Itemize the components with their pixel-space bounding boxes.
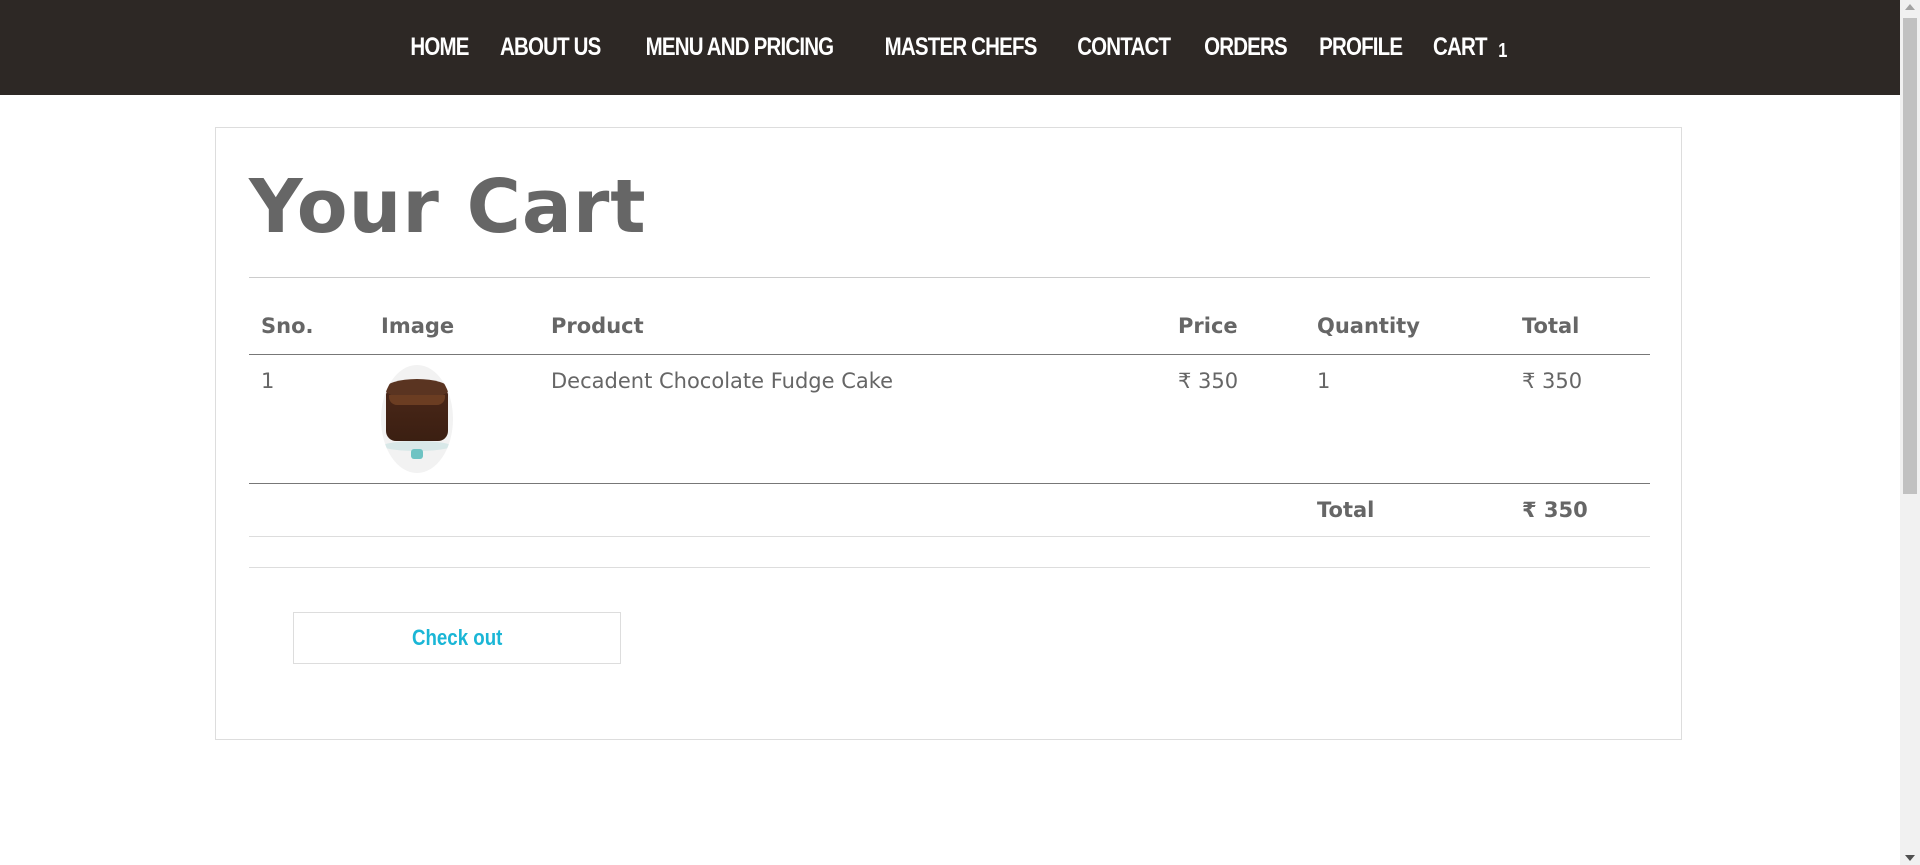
cart-table: Sno. Image Product Price Quantity Total … [249, 300, 1650, 537]
cake-drip-shape [389, 395, 445, 405]
top-navbar: HOME ABOUT US MENU AND PRICING MASTER CH… [0, 0, 1900, 95]
grand-total-value: ₹ 350 [1510, 483, 1650, 537]
bottom-divider [249, 567, 1650, 568]
grand-total-label: Total [1305, 483, 1510, 537]
nav-contact[interactable]: CONTACT [1077, 33, 1171, 62]
cake-stem-shape [411, 449, 423, 459]
header-image: Image [369, 300, 539, 355]
nav-home[interactable]: HOME [410, 33, 469, 62]
row-quantity: 1 [1305, 354, 1510, 484]
total-row-empty [369, 483, 539, 537]
nav-orders[interactable]: ORDERS [1204, 33, 1288, 62]
scroll-up-arrow-icon[interactable] [1905, 4, 1915, 10]
total-row-empty [249, 483, 369, 537]
header-product: Product [539, 300, 1166, 355]
header-price: Price [1166, 300, 1305, 355]
header-total: Total [1510, 300, 1650, 355]
cart-panel: Your Cart Sno. Image Product Price Quant… [215, 127, 1682, 740]
row-sno: 1 [249, 354, 369, 484]
nav-menu: HOME ABOUT US MENU AND PRICING MASTER CH… [397, 33, 1522, 62]
chocolate-cake-image [381, 365, 453, 473]
row-image-cell [369, 354, 539, 484]
cart-count-badge: 1 [1498, 40, 1507, 62]
nav-cart-label: CART [1432, 33, 1487, 61]
header-sno: Sno. [249, 300, 369, 355]
nav-about-us[interactable]: ABOUT US [500, 33, 601, 62]
row-product: Decadent Chocolate Fudge Cake [539, 354, 1166, 484]
nav-master-chefs[interactable]: MASTER CHEFS [885, 33, 1038, 62]
nav-cart[interactable]: CART 1 [1432, 33, 1507, 62]
nav-menu-and-pricing[interactable]: MENU AND PRICING [646, 33, 835, 62]
total-row-empty [1166, 483, 1305, 537]
row-total: ₹ 350 [1510, 354, 1650, 484]
scroll-down-arrow-icon[interactable] [1905, 855, 1915, 861]
page-scrollbar[interactable] [1900, 0, 1920, 865]
scroll-thumb[interactable] [1903, 18, 1917, 494]
table-row: 1 Decadent Chocolate Fudge Cake ₹ 350 1 … [249, 354, 1650, 484]
checkout-button-label: Check out [411, 625, 503, 650]
table-header-row: Sno. Image Product Price Quantity Total [249, 300, 1650, 355]
header-quantity: Quantity [1305, 300, 1510, 355]
total-row-empty [539, 483, 1166, 537]
checkout-button[interactable]: Check out [293, 612, 621, 664]
title-divider [249, 277, 1650, 278]
row-price: ₹ 350 [1166, 354, 1305, 484]
nav-profile[interactable]: PROFILE [1319, 33, 1403, 62]
total-row: Total ₹ 350 [249, 483, 1650, 537]
page-title: Your Cart [249, 164, 647, 250]
